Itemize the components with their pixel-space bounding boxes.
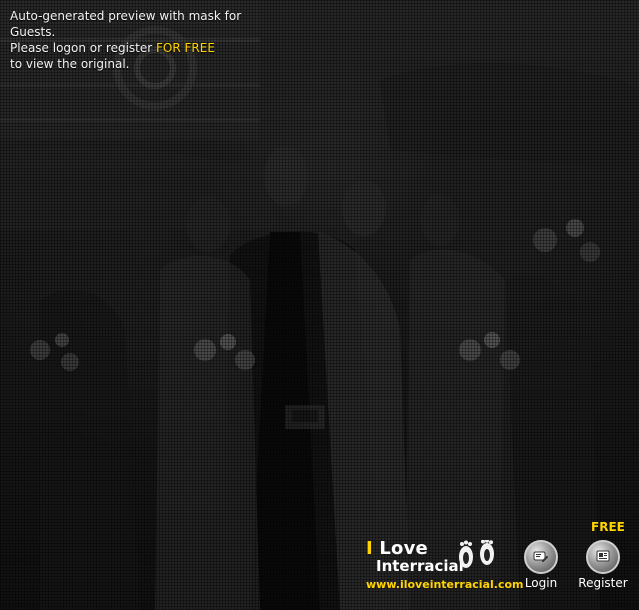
login-button[interactable]: Login (516, 540, 566, 590)
logo-title: I Love (366, 538, 428, 559)
notice-line-2-prefix: Please logon or register (10, 41, 156, 55)
register-icon-svg (596, 550, 610, 562)
logo-love: Love (372, 538, 428, 559)
free-highlight: FOR FREE (156, 41, 215, 55)
logo-i: I (366, 538, 373, 559)
preview-frame: Auto-generated preview with mask for Gue… (0, 0, 639, 610)
site-logo[interactable]: I Love Interracial www.iloveinterracial.… (366, 538, 524, 598)
bottom-brand-area: I Love Interracial www.iloveinterracial.… (366, 520, 631, 604)
register-icon (586, 540, 620, 574)
register-button[interactable]: Register (578, 540, 628, 590)
login-icon (524, 540, 558, 574)
notice-line-1: Auto-generated preview with mask for Gue… (10, 9, 242, 39)
footprints-icon (459, 540, 494, 568)
login-icon-svg (533, 551, 548, 562)
guest-notice: Auto-generated preview with mask for Gue… (10, 8, 290, 72)
notice-line-2: Please logon or register FOR FREE (10, 40, 290, 56)
masked-photo (0, 0, 639, 610)
free-badge: FREE (591, 520, 625, 534)
notice-line-3: to view the original. (10, 57, 130, 71)
register-label: Register (578, 576, 628, 590)
logo-subtitle: Interracial (376, 557, 464, 575)
login-label: Login (524, 576, 558, 590)
site-url[interactable]: www.iloveinterracial.com (366, 578, 524, 591)
